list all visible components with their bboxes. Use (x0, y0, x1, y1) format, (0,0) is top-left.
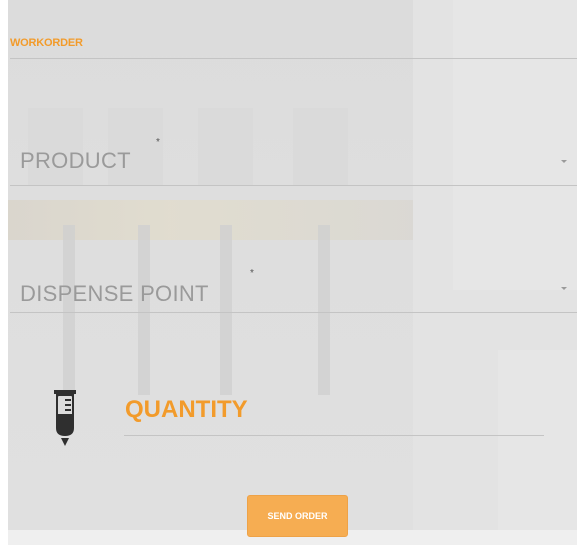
chevron-down-icon[interactable] (561, 287, 567, 290)
workorder-form-screen: WORKORDER PRODUCT * DISPENSE POINT * QUA… (0, 0, 577, 545)
dispense-point-label: DISPENSE POINT (20, 281, 209, 306)
background-photo (8, 0, 577, 545)
background-pipe (318, 225, 330, 395)
section-title: WORKORDER (10, 37, 83, 49)
background-pipe (63, 225, 75, 395)
background-pipe (138, 225, 150, 395)
background-panel (453, 0, 577, 290)
background-panel (498, 350, 577, 545)
required-marker: * (156, 137, 160, 148)
background-box (108, 108, 163, 186)
quantity-underline (124, 435, 544, 436)
header-divider (10, 58, 577, 59)
left-margin (0, 0, 8, 545)
background-box (293, 108, 348, 186)
quantity-label: QUANTITY (125, 396, 248, 423)
beaker-icon (50, 388, 80, 448)
send-order-button[interactable]: SEND ORDER (247, 495, 348, 537)
background-box (198, 108, 253, 186)
background-box (28, 108, 83, 186)
required-marker: * (250, 268, 254, 279)
product-label: PRODUCT (20, 148, 131, 173)
product-underline (10, 185, 577, 186)
dispense-point-underline (10, 312, 577, 313)
background-pipe (220, 225, 232, 395)
chevron-down-icon[interactable] (561, 160, 567, 163)
